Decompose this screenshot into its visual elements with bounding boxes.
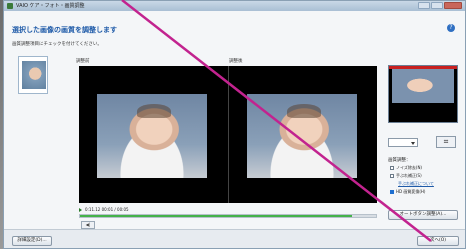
thumbnail-photo	[22, 61, 46, 89]
progress-fill	[80, 215, 353, 217]
option-label: 手ぶれ補正(S)	[396, 173, 422, 178]
option-label: HD 画質変換(H)	[396, 189, 426, 194]
before-preview	[79, 66, 228, 203]
preview-area	[79, 66, 377, 203]
play-icon[interactable]	[79, 207, 82, 212]
checkbox[interactable]	[390, 174, 394, 178]
minimize-button[interactable]	[418, 2, 430, 9]
title-bar: VAIO ケア・フォト・画質調整	[4, 1, 465, 11]
footer-bar: 詳細設定(D)... 次へ(O)	[4, 229, 465, 248]
maximize-button[interactable]	[431, 2, 443, 9]
option-hd-conversion[interactable]: HD 画質変換(H)	[390, 189, 426, 195]
app-icon	[7, 3, 13, 9]
option-noise-reduction[interactable]: ノイズ除去(N)	[390, 165, 422, 171]
help-link[interactable]: 手ぶれ補正について	[398, 181, 434, 187]
next-button[interactable]: 次へ(O)	[417, 236, 459, 246]
step-button[interactable]: ◀|	[81, 221, 95, 229]
after-preview	[229, 66, 377, 203]
progress-bar[interactable]	[79, 214, 377, 218]
chevron-down-icon	[411, 142, 415, 145]
view-select[interactable]	[388, 138, 418, 147]
app-window: VAIO ケア・フォト・画質調整 選択した画像の画質を調整します ? 画質調整項…	[3, 0, 466, 249]
instruction-text: 画質調整項目にチェックを付けてください。	[12, 42, 102, 47]
checkbox[interactable]	[390, 166, 394, 170]
window-title: VAIO ケア・フォト・画質調整	[16, 3, 85, 9]
timecode: 0:11.12 00:01 / 00:05	[85, 207, 129, 212]
page-title: 選択した画像の画質を調整します	[12, 26, 117, 34]
auto-adjust-button[interactable]: オートボタン調整(A)...	[388, 210, 458, 220]
image-thumbnail[interactable]	[18, 56, 48, 94]
crop-icon: ⌗	[443, 137, 449, 146]
option-shake-correction[interactable]: 手ぶれ補正(S)	[390, 173, 422, 179]
close-button[interactable]	[444, 2, 462, 9]
after-label: 調整後	[229, 59, 243, 64]
adjusted-preview-photo	[392, 69, 454, 103]
adjust-section-title: 画質調整：	[388, 158, 411, 163]
help-icon[interactable]: ?	[447, 24, 455, 32]
after-photo	[247, 94, 357, 178]
detail-settings-button[interactable]: 詳細設定(D)...	[12, 236, 52, 246]
before-photo	[97, 94, 207, 178]
checkbox[interactable]	[390, 190, 394, 194]
adjusted-preview	[388, 65, 458, 123]
crop-button[interactable]: ⌗	[436, 136, 456, 148]
before-label: 調整前	[76, 59, 90, 64]
playback-area: 0:11.12 00:01 / 00:05	[79, 207, 377, 219]
window-controls	[418, 2, 462, 9]
option-label: ノイズ除去(N)	[396, 165, 422, 170]
